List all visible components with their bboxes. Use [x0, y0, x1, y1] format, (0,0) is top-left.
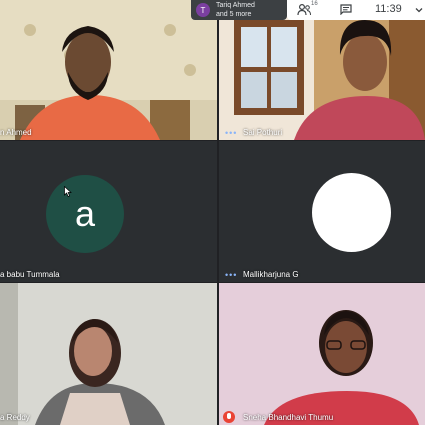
meeting-clock: 11:39 [375, 3, 402, 15]
meeting-toolbar: 16 11:39 [287, 0, 425, 20]
participant-name: Sneha Bhandhavi Thumu [243, 413, 334, 422]
participant-tile-3[interactable]: a a babu Tummala [0, 141, 217, 282]
participant-video [0, 283, 217, 425]
mic-off-icon [223, 411, 235, 423]
people-count: 16 [311, 1, 318, 7]
participant-video [219, 0, 425, 140]
presenter-avatar: T [196, 3, 210, 17]
participant-tile-4[interactable]: ••• Mallikharjuna G [219, 141, 425, 282]
participant-avatar: a [46, 175, 124, 253]
chevron-down-icon[interactable] [415, 6, 423, 14]
people-icon[interactable] [297, 4, 311, 16]
more-options-icon[interactable]: ••• [225, 271, 237, 280]
participant-tile-6[interactable]: Sneha Bhandhavi Thumu [219, 283, 425, 425]
participant-name: a Reddy [0, 413, 30, 422]
participant-name: n Ahmed [0, 128, 32, 137]
more-options-icon[interactable]: ••• [225, 129, 237, 138]
participant-name: Mallikharjuna G [243, 270, 299, 279]
presenter-label: Tariq Ahmed and 5 more [216, 2, 255, 18]
participant-tile-1[interactable]: n Ahmed [0, 0, 217, 140]
participant-name: a babu Tummala [0, 270, 60, 279]
participant-tile-5[interactable]: a Reddy [0, 283, 217, 425]
chat-icon[interactable] [340, 4, 352, 15]
presenter-chip[interactable]: T Tariq Ahmed and 5 more [191, 0, 287, 20]
participant-tile-2[interactable]: ••• Sai Pothuri [219, 0, 425, 140]
participant-name: Sai Pothuri [243, 128, 283, 137]
participant-video [219, 283, 425, 425]
participant-avatar [312, 173, 391, 252]
mouse-cursor-icon [64, 186, 72, 197]
participant-video [0, 0, 217, 140]
